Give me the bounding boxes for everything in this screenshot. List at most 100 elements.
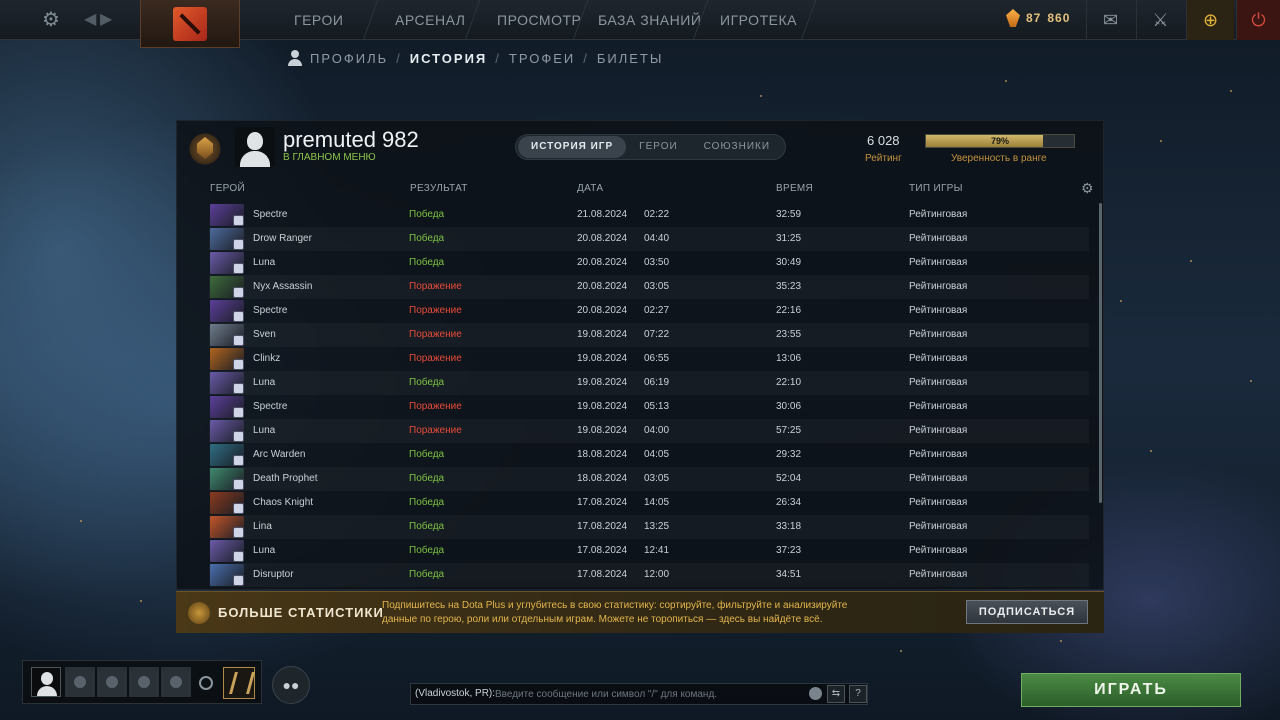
nav-divider (800, 0, 817, 40)
match-result: Победа (409, 545, 445, 556)
role-badge-icon (233, 527, 244, 538)
emoji-icon[interactable] (809, 687, 822, 700)
match-date: 20.08.2024 (577, 257, 628, 268)
match-time: 03:05 (644, 281, 670, 292)
avatar[interactable] (235, 127, 275, 167)
panel-header: premuted 982 В ГЛАВНОМ МЕНЮ ИСТОРИЯ ИГР … (177, 121, 1105, 177)
match-row[interactable]: Disruptor Победа 17.08.2024 12:00 34:51 … (209, 563, 1089, 587)
role-badge-icon (233, 359, 244, 370)
hero-name: Luna (253, 545, 276, 556)
match-result: Поражение (409, 305, 462, 316)
forward-arrow-icon[interactable]: ▶ (100, 9, 112, 29)
column-game-type[interactable]: ТИП ИГРЫ (909, 183, 963, 194)
match-row[interactable]: Chaos Knight Победа 17.08.2024 14:05 26:… (209, 491, 1089, 515)
match-row[interactable]: Spectre Победа 21.08.2024 02:22 32:59 Ре… (209, 203, 1089, 227)
match-time: 02:22 (644, 209, 670, 220)
role-badge-icon (233, 311, 244, 322)
match-row[interactable]: Spectre Поражение 20.08.2024 02:27 22:16… (209, 299, 1089, 323)
match-duration: 37:23 (776, 545, 802, 556)
chat-channel[interactable]: (Vladivostok, PR): (415, 684, 495, 704)
match-type: Рейтинговая (909, 425, 968, 436)
match-duration: 22:10 (776, 377, 802, 388)
match-type: Рейтинговая (909, 257, 968, 268)
role-badge-icon (233, 551, 244, 562)
match-row[interactable]: Clinkz Поражение 19.08.2024 06:55 13:06 … (209, 347, 1089, 371)
chat-wheel-icon[interactable]: ⇆ (827, 685, 845, 703)
match-row[interactable]: Sven Поражение 19.08.2024 07:22 23:55 Ре… (209, 323, 1089, 347)
match-row[interactable]: Drow Ranger Победа 20.08.2024 04:40 31:2… (209, 227, 1089, 251)
hero-name: Luna (253, 377, 276, 388)
settings-gear-icon[interactable]: ⚙ (40, 9, 62, 31)
match-row[interactable]: Lina Победа 17.08.2024 13:25 33:18 Рейти… (209, 515, 1089, 539)
match-row[interactable]: Luna Победа 20.08.2024 03:50 30:49 Рейти… (209, 251, 1089, 275)
party-slot-empty[interactable] (161, 667, 191, 697)
chat-input[interactable] (495, 684, 805, 704)
dota-logo-button[interactable] (140, 0, 240, 48)
match-date: 18.08.2024 (577, 473, 628, 484)
nav-armory[interactable]: АРСЕНАЛ (395, 0, 465, 40)
match-result: Победа (409, 569, 445, 580)
rank-medal-icon[interactable] (187, 131, 223, 167)
match-date: 19.08.2024 (577, 377, 628, 388)
match-list: Spectre Победа 21.08.2024 02:22 32:59 Ре… (209, 203, 1089, 591)
match-row[interactable]: Luna Поражение 19.08.2024 04:00 57:25 Ре… (209, 419, 1089, 443)
tab-heroes[interactable]: ГЕРОИ (626, 136, 691, 158)
table-settings-gear-icon[interactable]: ⚙ (1081, 180, 1094, 197)
match-type: Рейтинговая (909, 233, 968, 244)
rank-confidence-text: 79% (990, 136, 1009, 146)
power-icon[interactable]: ⏻ (1236, 0, 1280, 40)
player-status: В ГЛАВНОМ МЕНЮ (283, 152, 376, 163)
match-date: 17.08.2024 (577, 545, 628, 556)
match-row[interactable]: Luna Победа 17.08.2024 12:41 37:23 Рейти… (209, 539, 1089, 563)
rating-value: 6 028 (867, 133, 900, 148)
match-row[interactable]: Nyx Assassin Поражение 20.08.2024 03:05 … (209, 275, 1089, 299)
match-row[interactable]: Arc Warden Победа 18.08.2024 04:05 29:32… (209, 443, 1089, 467)
nav-learn[interactable]: БАЗА ЗНАНИЙ (598, 0, 701, 40)
nav-heroes[interactable]: ГЕРОИ (294, 0, 343, 40)
column-date[interactable]: ДАТА (577, 183, 603, 194)
hero-name: Death Prophet (253, 473, 318, 484)
subnav-tickets[interactable]: БИЛЕТЫ (597, 51, 664, 66)
friends-icon[interactable]: ●● (272, 666, 310, 704)
shards-display[interactable]: 87 860 (1006, 9, 1070, 27)
subnav-profile[interactable]: ПРОФИЛЬ (310, 51, 388, 66)
role-badge-icon (233, 287, 244, 298)
match-type: Рейтинговая (909, 377, 968, 388)
match-row[interactable]: Death Prophet Победа 18.08.2024 03:05 52… (209, 467, 1089, 491)
party-slot-empty[interactable] (129, 667, 159, 697)
inventory-icon[interactable]: ⚔ (1136, 0, 1184, 40)
nav-arcade[interactable]: ИГРОТЕКА (720, 0, 797, 40)
voice-chat-icon[interactable] (199, 676, 213, 690)
subnav-trophies[interactable]: ТРОФЕИ (509, 51, 575, 66)
column-hero[interactable]: ГЕРОЙ (210, 183, 245, 194)
tab-allies[interactable]: СОЮЗНИКИ (691, 136, 783, 158)
match-result: Победа (409, 233, 445, 244)
subscribe-button[interactable]: ПОДПИСАТЬСЯ (966, 600, 1088, 624)
nav-watch[interactable]: ПРОСМОТР (497, 0, 581, 40)
match-list-scrollbar[interactable] (1099, 203, 1102, 503)
column-duration[interactable]: ВРЕМЯ (776, 183, 813, 194)
match-row[interactable]: Luna Победа 19.08.2024 06:19 22:10 Рейти… (209, 371, 1089, 395)
party-slot-empty[interactable] (65, 667, 95, 697)
history-tabs: ИСТОРИЯ ИГР ГЕРОИ СОЮЗНИКИ (515, 134, 787, 160)
chat-envelope-icon[interactable]: ✉ (1086, 0, 1134, 40)
play-button[interactable]: ИГРАТЬ (1021, 673, 1241, 707)
person-placeholder-icon (106, 676, 118, 688)
tab-match-history[interactable]: ИСТОРИЯ ИГР (518, 136, 627, 158)
party-slot-empty[interactable] (97, 667, 127, 697)
hero-name: Disruptor (253, 569, 294, 580)
column-result[interactable]: РЕЗУЛЬТАТ (410, 183, 468, 194)
match-type: Рейтинговая (909, 449, 968, 460)
match-type: Рейтинговая (909, 401, 968, 412)
guild-icon[interactable] (223, 667, 255, 699)
party-slot-self[interactable] (31, 667, 61, 697)
role-badge-icon (233, 479, 244, 490)
plus-description: Подпишитесь на Dota Plus и углубитесь в … (382, 600, 848, 625)
dota-plus-icon[interactable]: ⊕ (1186, 0, 1234, 40)
match-row[interactable]: Spectre Поражение 19.08.2024 05:13 30:06… (209, 395, 1089, 419)
chat-help-button[interactable]: ? (849, 685, 867, 703)
back-arrow-icon[interactable]: ◀ (84, 9, 96, 29)
hero-name: Spectre (253, 305, 288, 316)
subnav-history[interactable]: ИСТОРИЯ (410, 51, 488, 66)
role-badge-icon (233, 215, 244, 226)
